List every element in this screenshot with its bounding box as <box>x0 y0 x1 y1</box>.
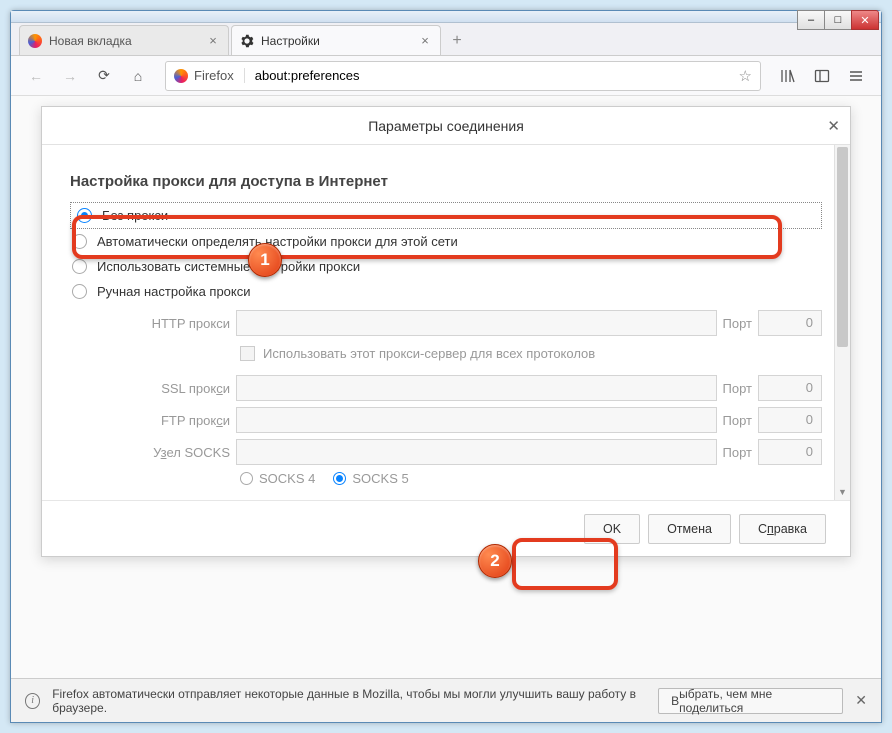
radio-system-proxy[interactable]: Использовать системные настройки прокси <box>70 254 822 279</box>
reload-button[interactable]: ⟳ <box>89 62 119 90</box>
radio-auto-detect[interactable]: Автоматически определять настройки прокс… <box>70 229 822 254</box>
connection-settings-dialog: Параметры соединения ✕ Настройка прокси … <box>41 106 851 557</box>
title-bar <box>11 11 881 23</box>
port-label: Порт <box>723 445 752 460</box>
cancel-button[interactable]: Отмена <box>648 514 731 544</box>
radio-label: Ручная настройка прокси <box>97 284 251 299</box>
ftp-proxy-label: FTP прокси <box>110 413 230 428</box>
radio-icon <box>77 208 92 223</box>
radio-label: Использовать системные настройки прокси <box>97 259 360 274</box>
section-title: Настройка прокси для доступа в Интернет <box>70 173 822 190</box>
tab-strip: Новая вкладка × Настройки × + <box>11 23 881 56</box>
dialog-close-icon[interactable]: ✕ <box>827 117 840 135</box>
url-identity: Firefox <box>174 68 245 83</box>
tab-label: Новая вкладка <box>49 34 132 48</box>
socks-proxy-label: Узел SOCKS <box>110 445 230 460</box>
url-bar[interactable]: Firefox about:preferences ☆ <box>165 61 761 91</box>
radio-socks5[interactable]: SOCKS 5 <box>333 471 408 486</box>
socks-proxy-input[interactable] <box>236 439 717 465</box>
dialog-footer: OK Отмена Справка <box>42 500 850 556</box>
dialog-body: Настройка прокси для доступа в Интернет … <box>42 145 850 500</box>
firefox-icon <box>174 69 188 83</box>
tab-settings[interactable]: Настройки × <box>231 25 441 55</box>
nav-bar: ← → ⟳ ⌂ Firefox about:preferences ☆ <box>11 56 881 96</box>
ftp-proxy-row: FTP прокси Порт 0 <box>110 407 822 433</box>
radio-manual-proxy[interactable]: Ручная настройка прокси <box>70 279 822 304</box>
url-text: about:preferences <box>255 68 360 83</box>
notification-close-icon[interactable]: ✕ <box>855 692 867 709</box>
window-frame: – □ ✕ Новая вкладка × Настройки × + ← → … <box>10 10 882 723</box>
ftp-port-input[interactable]: 0 <box>758 407 822 433</box>
ftp-proxy-input[interactable] <box>236 407 717 433</box>
ssl-proxy-input[interactable] <box>236 375 717 401</box>
tab-label: Настройки <box>261 34 320 48</box>
ssl-proxy-label: SSL прокси <box>110 381 230 396</box>
port-label: Порт <box>723 413 752 428</box>
minimize-button[interactable]: – <box>797 10 825 30</box>
scroll-down-icon[interactable]: ▼ <box>835 484 850 500</box>
window-controls: – □ ✕ <box>798 10 879 30</box>
http-proxy-label: HTTP прокси <box>110 316 230 331</box>
tab-new[interactable]: Новая вкладка × <box>19 25 229 55</box>
info-icon: i <box>25 693 40 709</box>
dialog-title: Параметры соединения <box>368 118 524 134</box>
url-prefix: Firefox <box>194 68 234 83</box>
tab-close-icon[interactable]: × <box>418 34 432 48</box>
socks-version-row: SOCKS 4 SOCKS 5 <box>240 471 822 486</box>
http-proxy-row: HTTP прокси Порт 0 <box>110 310 822 336</box>
home-button[interactable]: ⌂ <box>123 62 153 90</box>
radio-icon <box>72 234 87 249</box>
maximize-button[interactable]: □ <box>824 10 852 30</box>
radio-no-proxy[interactable]: Без прокси <box>70 202 822 229</box>
radio-icon <box>240 472 253 485</box>
annotation-badge-2: 2 <box>478 544 512 578</box>
choose-share-button[interactable]: Выбрать, чем мне поделиться <box>658 688 843 714</box>
ssl-proxy-row: SSL прокси Порт 0 <box>110 375 822 401</box>
radio-icon <box>333 472 346 485</box>
checkbox-icon <box>240 346 255 361</box>
annotation-badge-1: 1 <box>248 243 282 277</box>
dialog-header: Параметры соединения ✕ <box>42 107 850 145</box>
help-button[interactable]: Справка <box>739 514 826 544</box>
port-label: Порт <box>723 316 752 331</box>
radio-label: Автоматически определять настройки прокс… <box>97 234 458 249</box>
bookmark-star-icon[interactable]: ☆ <box>739 67 752 85</box>
sidebar-icon[interactable] <box>807 62 837 90</box>
http-proxy-input[interactable] <box>236 310 717 336</box>
ssl-port-input[interactable]: 0 <box>758 375 822 401</box>
library-icon[interactable] <box>773 62 803 90</box>
radio-icon <box>72 284 87 299</box>
scroll-thumb[interactable] <box>837 147 848 347</box>
notification-text: Firefox автоматически отправляет некотор… <box>52 687 658 715</box>
firefox-icon <box>28 34 42 48</box>
tab-close-icon[interactable]: × <box>206 34 220 48</box>
close-window-button[interactable]: ✕ <box>851 10 879 30</box>
radio-icon <box>72 259 87 274</box>
use-for-all-row[interactable]: Использовать этот прокси-сервер для всех… <box>240 342 822 369</box>
radio-label: Без прокси <box>102 208 168 223</box>
menu-icon[interactable] <box>841 62 871 90</box>
http-port-input[interactable]: 0 <box>758 310 822 336</box>
forward-button[interactable]: → <box>55 62 85 90</box>
new-tab-button[interactable]: + <box>443 27 471 55</box>
notification-bar: i Firefox автоматически отправляет некот… <box>11 678 881 722</box>
port-label: Порт <box>723 381 752 396</box>
checkbox-label: Использовать этот прокси-сервер для всех… <box>263 346 595 361</box>
gear-icon <box>240 34 254 48</box>
ok-button[interactable]: OK <box>584 514 640 544</box>
radio-socks4[interactable]: SOCKS 4 <box>240 471 315 486</box>
socks-proxy-row: Узел SOCKS Порт 0 <box>110 439 822 465</box>
socks-port-input[interactable]: 0 <box>758 439 822 465</box>
content-area: Параметры соединения ✕ Настройка прокси … <box>11 96 881 678</box>
scrollbar[interactable]: ▲ ▼ <box>834 145 850 500</box>
back-button[interactable]: ← <box>21 62 51 90</box>
